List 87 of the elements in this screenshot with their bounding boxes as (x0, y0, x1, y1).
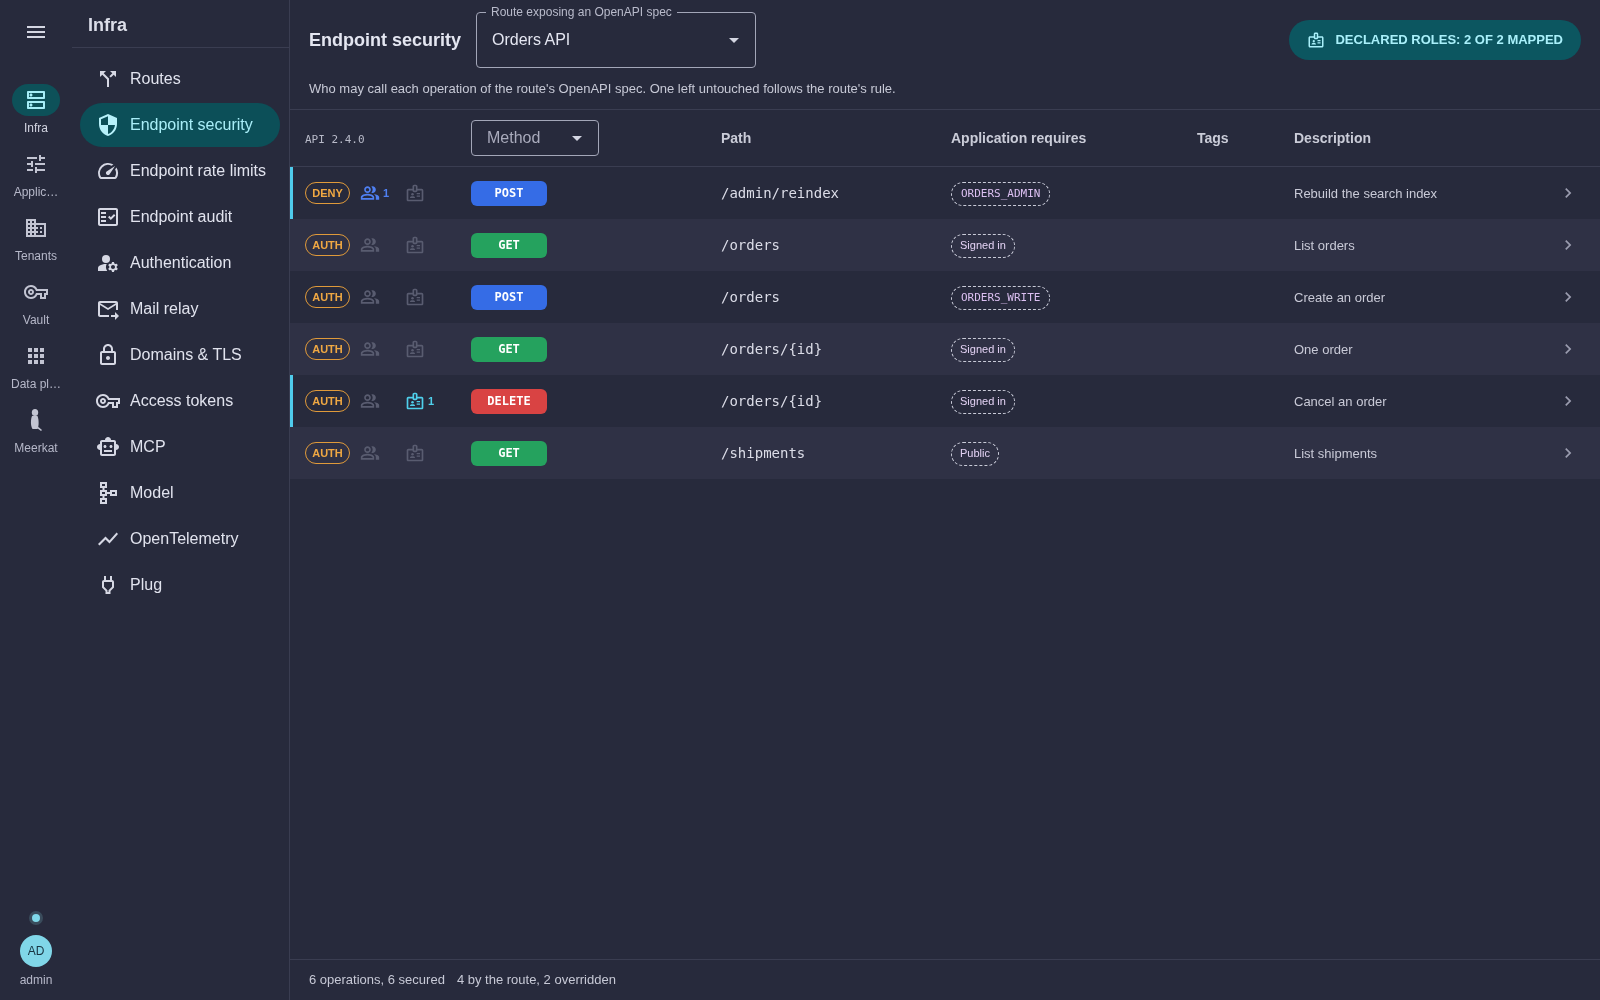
method-badge: POST (471, 180, 547, 206)
operation-description: List orders (1294, 238, 1355, 253)
column-header: Application requires (951, 130, 1087, 146)
column-header: Tags (1197, 130, 1229, 146)
sidebar-title: Infra (88, 13, 127, 37)
role-rule-button[interactable] (405, 443, 425, 463)
people-icon (360, 391, 380, 411)
table-row[interactable]: AUTH GET /shipments Public List shipments (290, 427, 1600, 479)
declared-roles-button[interactable]: DECLARED ROLES: 2 OF 2 MAPPED (1289, 20, 1581, 60)
rail-nav-item[interactable]: Data pl… (2, 340, 70, 392)
server-icon (24, 88, 48, 112)
sidebar-item[interactable]: Access tokens (80, 379, 280, 423)
role-rule-button[interactable] (405, 183, 425, 203)
id-badge-icon (405, 287, 425, 307)
user-rule-button[interactable] (360, 443, 380, 463)
endpoint-path: /admin/reindex (721, 185, 839, 201)
people-icon (360, 339, 380, 359)
method-badge: GET (471, 336, 547, 362)
rail-nav-item[interactable]: Tenants (2, 212, 70, 264)
method-badge: DELETE (471, 388, 547, 414)
rail-nav-item[interactable]: Vault (2, 276, 70, 328)
people-icon (360, 443, 380, 463)
sidebar-item[interactable]: Endpoint audit (80, 195, 280, 239)
people-icon (360, 287, 380, 307)
robot-icon (96, 435, 120, 459)
id-badge-icon (405, 339, 425, 359)
rail-nav-item[interactable]: Applic… (2, 148, 70, 200)
page-description: Who may call each operation of the route's OpenAPI spec. One left untouched follows the route's rule. (309, 80, 897, 98)
id-badge-icon (405, 235, 425, 255)
role-rule-button[interactable] (405, 339, 425, 359)
api-version-label: API 2.4.0 (305, 133, 365, 146)
sidebar-item[interactable]: OpenTelemetry (80, 517, 280, 561)
sidebar-item[interactable]: Endpoint rate limits (80, 149, 280, 193)
shield-icon (96, 113, 120, 137)
sidebar-item[interactable]: Model (80, 471, 280, 515)
checklist-icon (96, 205, 120, 229)
user-rule-button[interactable]: 1 (360, 183, 390, 203)
sidebar-item[interactable]: Endpoint security (80, 103, 280, 147)
people-icon (360, 235, 380, 255)
id-badge-icon (1307, 31, 1326, 49)
endpoint-path: /orders/{id} (721, 341, 823, 357)
sidebar-item[interactable]: Plug (80, 563, 280, 607)
people-icon (360, 183, 380, 203)
endpoint-path: /shipments (721, 445, 806, 461)
operation-description: One order (1294, 342, 1353, 357)
sidebar-item[interactable]: Authentication (80, 241, 280, 285)
operation-description: Cancel an order (1294, 394, 1387, 409)
operation-description: Create an order (1294, 290, 1386, 305)
role-rule-button[interactable] (405, 235, 425, 255)
status-text: 6 operations, 6 secured (309, 971, 445, 990)
column-header: Path (721, 130, 752, 146)
role-rule-button[interactable]: 1 (405, 391, 435, 411)
user-name: admin (19, 972, 53, 988)
sliders-icon (24, 152, 48, 176)
id-badge-icon (405, 183, 425, 203)
user-avatar[interactable]: AD (20, 935, 52, 967)
method-badge: POST (471, 284, 547, 310)
caret-icon (572, 135, 582, 141)
sidebar-item[interactable]: Routes (80, 57, 280, 101)
sidebar-item[interactable]: Mail relay (80, 287, 280, 331)
user-rule-button[interactable] (360, 235, 380, 255)
user-rule-button[interactable] (360, 339, 380, 359)
method-badge: GET (471, 232, 547, 258)
table-row[interactable]: AUTH GET /orders Signed in List orders (290, 219, 1600, 271)
endpoint-path: /orders/{id} (721, 393, 823, 409)
rail-nav-item[interactable]: Meerkat (2, 404, 70, 456)
sidebar-item[interactable]: MCP (80, 425, 280, 469)
status-text: 4 by the route, 2 overridden (456, 971, 616, 990)
operation-description: Rebuild the search index (1294, 186, 1438, 201)
page-title: Endpoint security (309, 28, 461, 52)
endpoint-path: /orders (721, 237, 780, 253)
method-filter[interactable]: Method (471, 120, 599, 156)
caret-icon (729, 37, 739, 43)
rail-nav-item[interactable]: Infra (2, 84, 70, 136)
user-rule-button[interactable] (360, 391, 380, 411)
endpoint-path: /orders (721, 289, 780, 305)
table-row[interactable]: AUTH GET /orders/{id} Signed in One order (290, 323, 1600, 375)
user-rule-button[interactable] (360, 287, 380, 307)
id-badge-icon (405, 443, 425, 463)
operation-description: List shipments (1294, 446, 1378, 461)
field-label: Route exposing an OpenAPI spec (486, 4, 677, 20)
column-header: Description (1294, 130, 1371, 146)
building-icon (24, 216, 48, 240)
role-rule-button[interactable] (405, 287, 425, 307)
sidebar-item[interactable]: Domains & TLS (80, 333, 280, 377)
method-badge: GET (471, 440, 547, 466)
id-badge-icon (405, 391, 425, 411)
